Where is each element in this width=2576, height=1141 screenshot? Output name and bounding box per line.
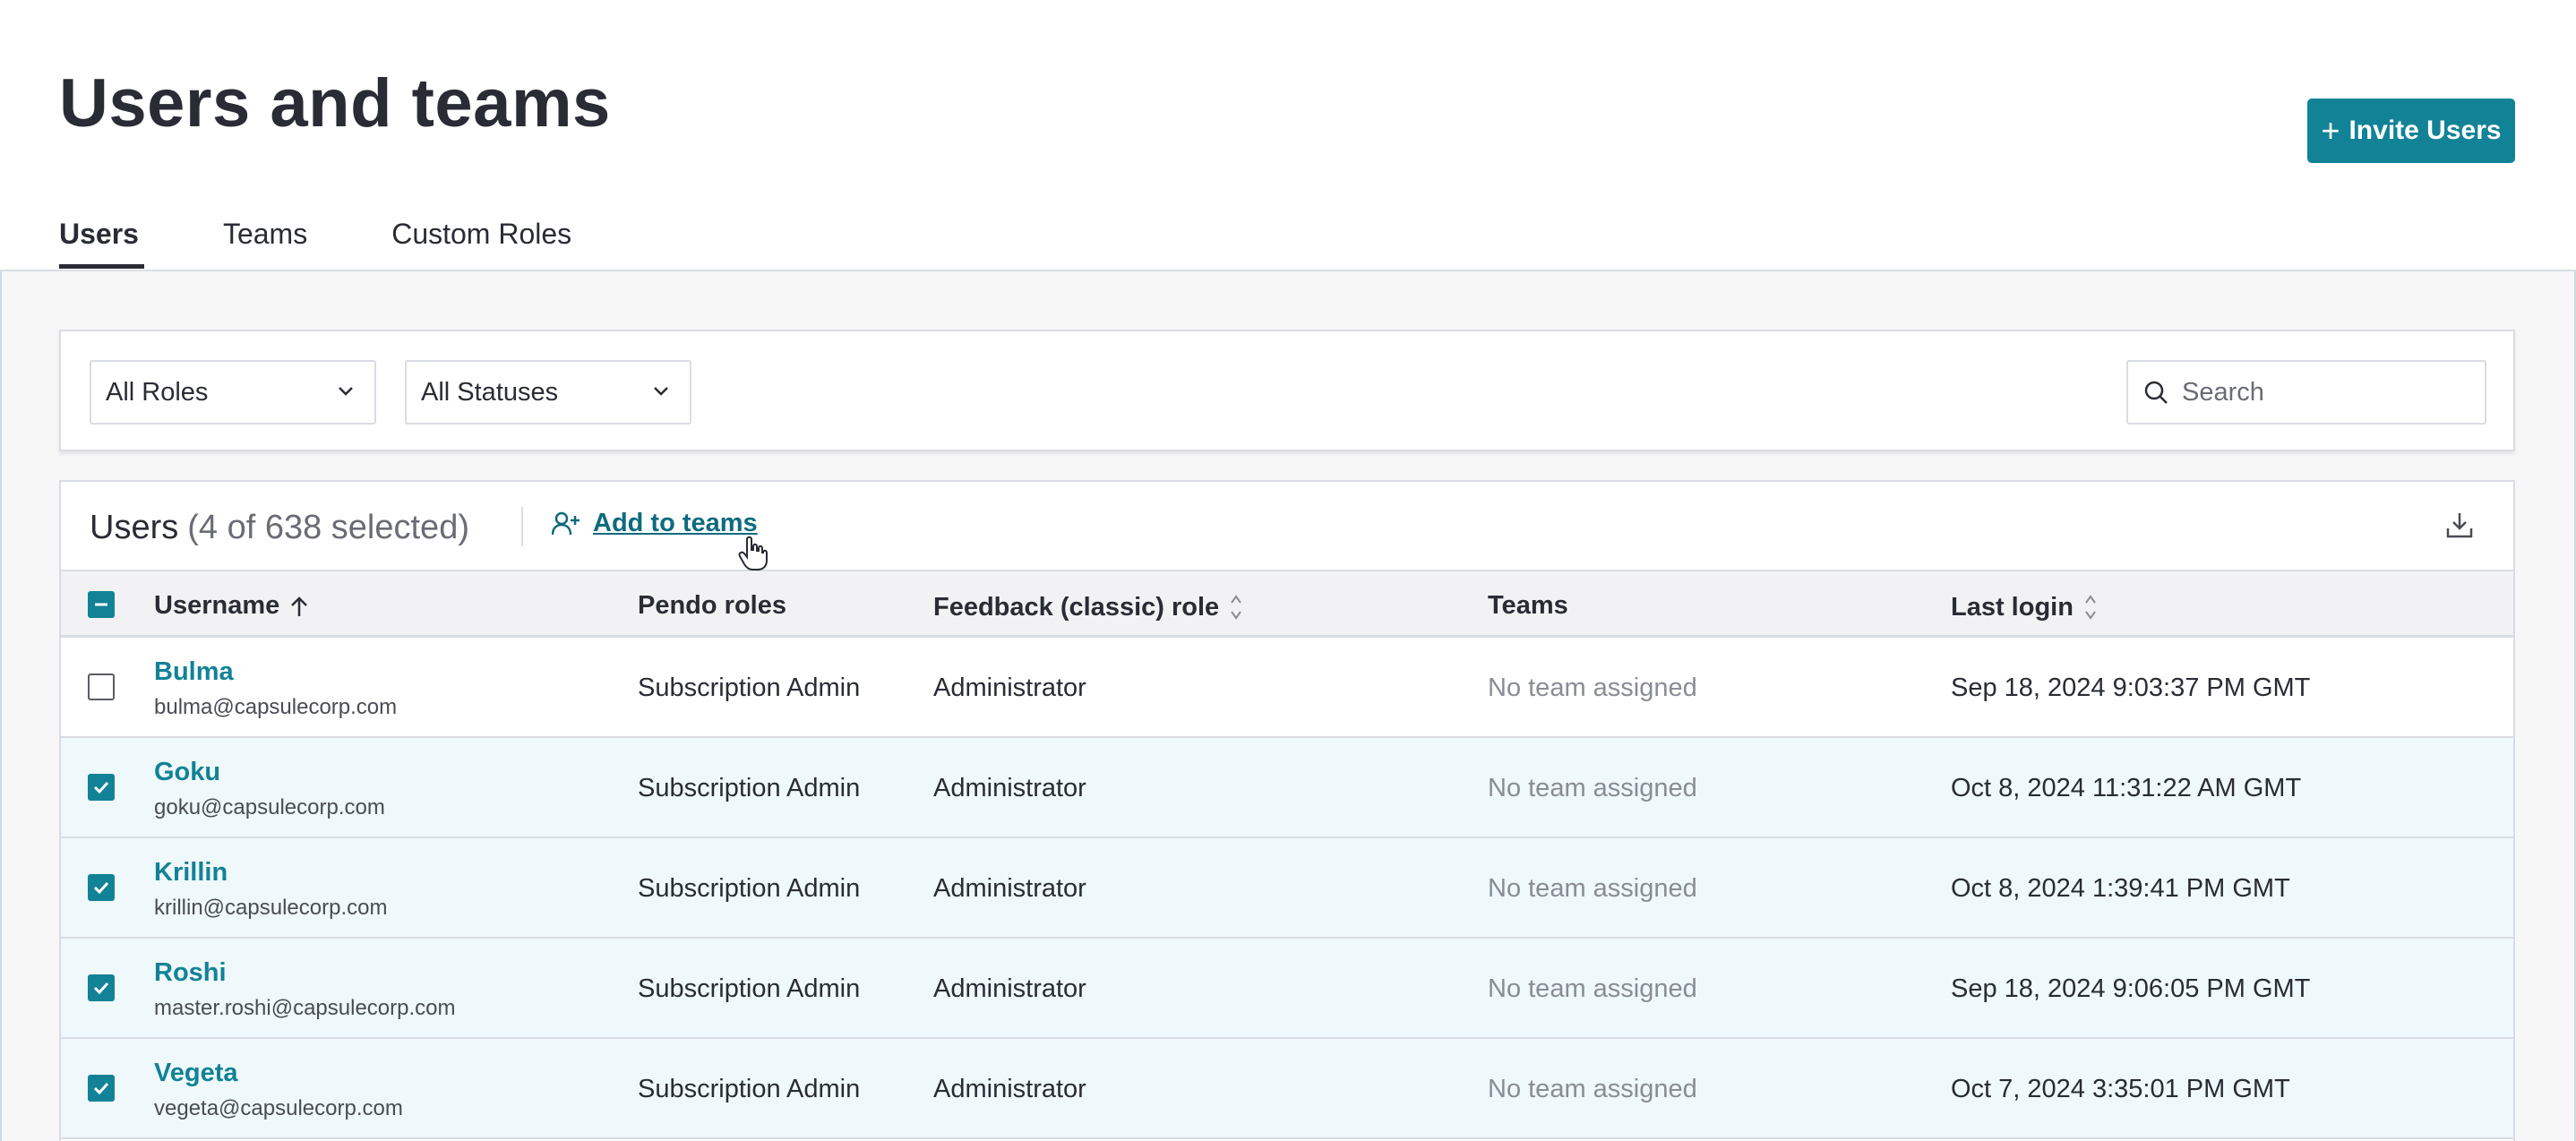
sort-icon <box>2085 595 2096 620</box>
table-row: Krillin krillin@capsulecorp.com Subscrip… <box>61 838 2513 939</box>
statuses-filter-value: All Statuses <box>421 377 559 407</box>
sort-icon <box>1231 595 1241 620</box>
feedback-role-cell: Administrator <box>933 1075 1086 1103</box>
table-heading: Users (4 of 638 selected) <box>90 509 469 547</box>
pendo-role-cell: Subscription Admin <box>638 774 861 802</box>
row-checkbox[interactable] <box>88 974 115 1001</box>
plus-icon: + <box>2321 112 2340 149</box>
selection-count: (4 of 638 selected) <box>187 509 469 546</box>
pendo-role-cell: Subscription Admin <box>638 874 861 903</box>
table-row: Vegeta vegeta@capsulecorp.com Subscripti… <box>61 1039 2513 1139</box>
table-header: Username Pendo roles Feedback (classic) … <box>61 570 2513 638</box>
select-all-checkbox[interactable] <box>88 591 115 618</box>
hand-cursor-icon <box>738 536 768 570</box>
column-last-login[interactable]: Last login <box>1951 591 2099 623</box>
row-checkbox[interactable] <box>88 1075 115 1102</box>
username-link[interactable]: Goku <box>154 758 220 787</box>
last-login-cell: Oct 8, 2024 11:31:22 AM GMT <box>1951 774 2302 802</box>
column-username[interactable]: Username <box>154 591 310 621</box>
check-icon <box>93 1082 109 1095</box>
teams-cell: No team assigned <box>1488 1075 1697 1103</box>
tab-custom-roles[interactable]: Custom Roles <box>391 218 571 267</box>
tab-teams[interactable]: Teams <box>223 218 307 267</box>
download-icon <box>2446 513 2473 538</box>
table-row: Roshi master.roshi@capsulecorp.com Subsc… <box>61 939 2513 1039</box>
user-plus-icon <box>552 511 580 535</box>
add-to-teams-label: Add to teams <box>593 509 758 537</box>
column-teams-label: Teams <box>1488 591 1568 620</box>
page-header: Users and teams + Invite Users Users Tea… <box>0 0 2576 271</box>
chevron-down-icon <box>339 387 353 396</box>
check-icon <box>93 982 109 995</box>
last-login-cell: Sep 18, 2024 9:03:37 PM GMT <box>1951 673 2311 702</box>
column-username-label: Username <box>154 591 280 620</box>
last-login-cell: Sep 18, 2024 9:06:05 PM GMT <box>1951 974 2311 1003</box>
user-email: bulma@capsulecorp.com <box>154 695 398 719</box>
statuses-filter-select[interactable]: All Statuses <box>405 360 691 425</box>
check-icon <box>93 881 109 895</box>
toolbar-divider <box>521 507 523 546</box>
feedback-role-cell: Administrator <box>933 774 1086 802</box>
column-feedback-role[interactable]: Feedback (classic) role <box>933 591 1244 623</box>
feedback-role-cell: Administrator <box>933 974 1086 1003</box>
filter-bar: All Roles All Statuses <box>59 330 2515 451</box>
table-toolbar: Users (4 of 638 selected) Add to teams <box>61 482 2513 570</box>
table-row: Bulma bulma@capsulecorp.com Subscription… <box>61 638 2513 738</box>
feedback-role-cell: Administrator <box>933 673 1086 702</box>
row-checkbox[interactable] <box>88 673 115 700</box>
column-last-login-label: Last login <box>1951 592 2074 622</box>
roles-filter-value: All Roles <box>106 377 209 407</box>
username-link[interactable]: Krillin <box>154 858 228 888</box>
download-button[interactable] <box>2445 510 2474 544</box>
username-link[interactable]: Vegeta <box>154 1059 238 1088</box>
last-login-cell: Oct 7, 2024 3:35:01 PM GMT <box>1951 1075 2290 1103</box>
user-email: master.roshi@capsulecorp.com <box>154 996 456 1020</box>
tab-users[interactable]: Users <box>59 218 144 269</box>
roles-filter-select[interactable]: All Roles <box>90 360 376 425</box>
teams-cell: No team assigned <box>1488 673 1697 702</box>
sort-asc-icon <box>291 596 308 616</box>
column-pendo-roles-label: Pendo roles <box>638 591 786 620</box>
users-table: Users (4 of 638 selected) Add to teams U… <box>59 480 2515 1141</box>
pendo-role-cell: Subscription Admin <box>638 673 861 702</box>
minus-icon <box>95 603 107 606</box>
user-email: goku@capsulecorp.com <box>154 795 385 819</box>
table-title: Users <box>90 509 179 546</box>
search-input[interactable] <box>2182 377 2477 408</box>
check-icon <box>93 781 109 794</box>
feedback-role-cell: Administrator <box>933 874 1086 903</box>
page-title: Users and teams <box>59 65 611 142</box>
pendo-role-cell: Subscription Admin <box>638 974 861 1003</box>
invite-users-label: Invite Users <box>2348 116 2502 145</box>
column-pendo-roles: Pendo roles <box>638 591 786 621</box>
user-email: vegeta@capsulecorp.com <box>154 1096 403 1120</box>
search-box[interactable] <box>2126 360 2486 425</box>
column-feedback-role-label: Feedback (classic) role <box>933 592 1220 622</box>
teams-cell: No team assigned <box>1488 774 1697 802</box>
invite-users-button[interactable]: + Invite Users <box>2307 99 2515 163</box>
chevron-down-icon <box>654 387 668 396</box>
row-checkbox[interactable] <box>88 774 115 801</box>
user-email: krillin@capsulecorp.com <box>154 896 388 920</box>
tab-bar: Users Teams Custom Roles <box>59 218 656 269</box>
table-row: Goku goku@capsulecorp.com Subscription A… <box>61 738 2513 838</box>
last-login-cell: Oct 8, 2024 1:39:41 PM GMT <box>1951 874 2290 903</box>
teams-cell: No team assigned <box>1488 974 1697 1003</box>
add-to-teams-button[interactable]: Add to teams <box>552 509 758 538</box>
pendo-role-cell: Subscription Admin <box>638 1075 861 1103</box>
search-icon <box>2144 381 2168 404</box>
username-link[interactable]: Roshi <box>154 958 227 988</box>
teams-cell: No team assigned <box>1488 874 1697 903</box>
column-teams: Teams <box>1488 591 1568 621</box>
username-link[interactable]: Bulma <box>154 657 234 687</box>
row-checkbox[interactable] <box>88 874 115 901</box>
